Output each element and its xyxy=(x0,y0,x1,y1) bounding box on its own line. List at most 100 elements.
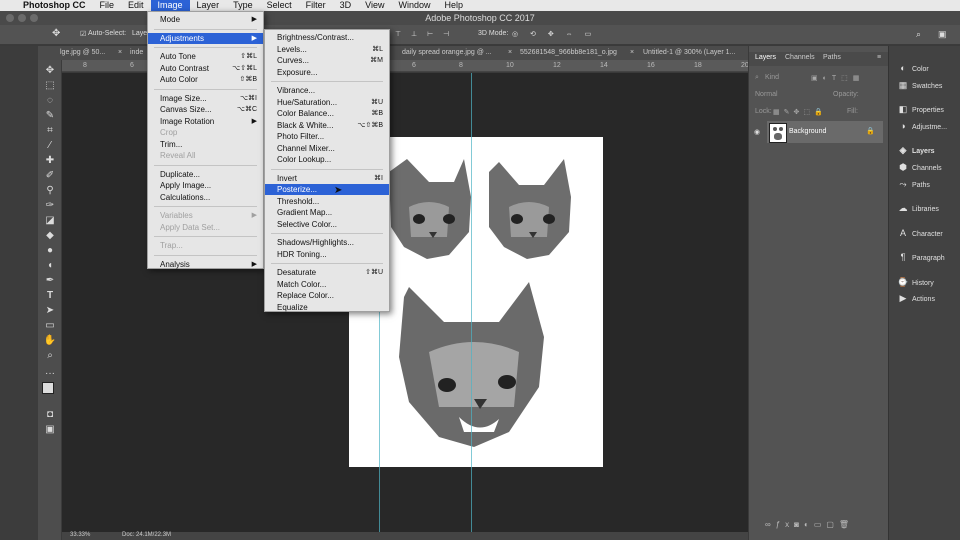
adjustments-menu-item[interactable]: Posterize... xyxy=(265,184,389,195)
blend-mode-dropdown[interactable]: Normal xyxy=(755,91,778,98)
dock-item-properties[interactable]: ◧ Properties xyxy=(897,103,944,115)
dock-item-channels[interactable]: ⬢ Channels xyxy=(897,161,942,173)
image-menu-item[interactable]: Adjustments ▶ xyxy=(148,32,263,44)
apple-icon[interactable] xyxy=(0,0,16,11)
dock-item-history[interactable]: ⌚ History xyxy=(897,276,933,288)
zoom-level[interactable]: 33.33% xyxy=(70,532,90,538)
history-brush-tool-icon[interactable]: ✑ xyxy=(42,199,58,213)
adjustments-menu-item[interactable]: Shadows/Highlights... xyxy=(265,237,389,248)
dock-item-adjustme[interactable]: ◑ Adjustme... xyxy=(897,120,947,132)
screen-mode-icon[interactable]: ▣ xyxy=(42,423,58,437)
lasso-tool-icon[interactable]: ◌ xyxy=(42,94,58,108)
pen-tool-icon[interactable]: ✒ xyxy=(42,274,58,288)
tab-doc-2[interactable]: inde xyxy=(130,46,143,60)
eyedropper-tool-icon[interactable]: ⁄ xyxy=(42,139,58,153)
adjustments-menu-item[interactable]: Gradient Map... xyxy=(265,207,389,218)
minimize-window-button[interactable] xyxy=(18,14,26,22)
adjustments-menu-item[interactable]: Hue/Saturation... ⌘U xyxy=(265,97,389,108)
dock-item-paths[interactable]: ⤳ Paths xyxy=(897,178,930,190)
menu-select[interactable]: Select xyxy=(260,0,299,11)
auto-select-checkbox[interactable]: ☑ xyxy=(80,30,86,38)
path-select-tool-icon[interactable]: ➤ xyxy=(42,304,58,318)
adjustments-menu-item[interactable]: Color Balance... ⌘B xyxy=(265,108,389,119)
image-menu-item[interactable]: Image Rotation ▶ xyxy=(148,116,263,127)
healing-tool-icon[interactable]: ✚ xyxy=(42,154,58,168)
3d-mode-icons[interactable]: ◎ ⟲ ✥ ⇔ ▭ xyxy=(512,30,596,38)
menu-file[interactable]: File xyxy=(93,0,122,11)
hand-tool-icon[interactable]: ✋ xyxy=(42,334,58,348)
dock-item-actions[interactable]: ▶ Actions xyxy=(897,292,935,304)
paint-bucket-tool-icon[interactable]: ◆ xyxy=(42,229,58,243)
filter-icons[interactable]: ▣◐T⬚▦ xyxy=(811,74,864,82)
menu-help[interactable]: Help xyxy=(437,0,470,11)
adjustments-menu-item[interactable]: Desaturate ⇧⌘U xyxy=(265,267,389,278)
brush-tool-icon[interactable]: ✐ xyxy=(42,169,58,183)
more-tools-icon[interactable]: ··· xyxy=(42,367,58,381)
menu-layer[interactable]: Layer xyxy=(190,0,227,11)
adjustments-menu-item[interactable]: Black & White... ⌥⇧⌘B xyxy=(265,120,389,131)
image-menu-item[interactable]: Auto Tone ⇧⌘L xyxy=(148,51,263,62)
tab-close-icon[interactable]: × xyxy=(118,46,122,60)
tab-doc-3[interactable]: daily spread orange.jpg @ ... xyxy=(402,46,492,60)
close-window-button[interactable] xyxy=(6,14,14,22)
adjustments-menu-item[interactable]: Match Color... xyxy=(265,279,389,290)
image-menu-item[interactable]: Canvas Size... ⌥⌘C xyxy=(148,104,263,115)
dock-item-color[interactable]: ◐ Color xyxy=(897,62,928,74)
layer-row-background[interactable]: Background 🔒 xyxy=(767,121,883,143)
image-menu-item[interactable]: Image Size... ⌥⌘I xyxy=(148,93,263,104)
marquee-tool-icon[interactable]: ⬚ xyxy=(42,79,58,93)
menu-3d[interactable]: 3D xyxy=(333,0,359,11)
workspace-icon[interactable]: ▣ xyxy=(938,29,947,40)
align-icons[interactable]: ⊤ ⊥ ⊢ ⊣ xyxy=(395,30,453,38)
tab-paths[interactable]: Paths xyxy=(823,54,841,61)
image-menu-item[interactable]: Apply Image... xyxy=(148,180,263,191)
eye-visibility-icon[interactable]: ◉ xyxy=(754,128,760,136)
dock-item-character[interactable]: A Character xyxy=(897,227,943,239)
adjustments-menu-item[interactable]: Photo Filter... xyxy=(265,131,389,142)
menu-image[interactable]: Image xyxy=(150,0,190,11)
adjustments-menu-item[interactable]: Curves... ⌘M xyxy=(265,55,389,66)
dock-item-libraries[interactable]: ☁ Libraries xyxy=(897,202,939,214)
image-menu-item[interactable]: Auto Color ⇧⌘B xyxy=(148,74,263,85)
filter-kind-dropdown[interactable]: Kind xyxy=(765,74,779,81)
horizontal-ruler[interactable]: 864202468101214161820 xyxy=(38,60,749,72)
foreground-color-swatch[interactable] xyxy=(42,382,54,394)
quick-select-tool-icon[interactable]: ✎ xyxy=(42,109,58,123)
zoom-window-button[interactable] xyxy=(30,14,38,22)
adjustments-menu-item[interactable]: Channel Mixer... xyxy=(265,143,389,154)
vertical-guide[interactable] xyxy=(471,73,472,532)
image-menu-item[interactable]: Trim... xyxy=(148,139,263,150)
menu-filter[interactable]: Filter xyxy=(299,0,333,11)
menu-edit[interactable]: Edit xyxy=(121,0,151,11)
image-menu-item[interactable]: Auto Contrast ⌥⇧⌘L xyxy=(148,63,263,74)
tab-doc-5[interactable]: Untitled-1 @ 300% (Layer 1... xyxy=(643,46,735,60)
tab-doc-1[interactable]: lge.jpg @ 50... xyxy=(60,46,105,60)
adjustments-menu-item[interactable]: Selective Color... xyxy=(265,219,389,230)
adjustments-menu-item[interactable]: Invert ⌘I xyxy=(265,173,389,184)
dodge-tool-icon[interactable]: ◖ xyxy=(42,259,58,273)
filter-search-icon[interactable]: ⌕ xyxy=(755,74,759,82)
dock-item-layers[interactable]: ◈ Layers xyxy=(897,144,935,156)
lock-icons[interactable]: ▦✎✥⬚🔒 xyxy=(773,108,827,116)
adjustments-menu-item[interactable]: Threshold... xyxy=(265,196,389,207)
stamp-tool-icon[interactable]: ⚲ xyxy=(42,184,58,198)
tab-close-icon[interactable]: × xyxy=(630,46,634,60)
image-menu-item[interactable]: Analysis ▶ xyxy=(148,259,263,270)
tab-close-icon[interactable]: × xyxy=(508,46,512,60)
image-menu-item[interactable]: Mode ▶ xyxy=(148,14,263,25)
eraser-tool-icon[interactable]: ◪ xyxy=(42,214,58,228)
type-tool-icon[interactable]: T xyxy=(42,289,58,303)
move-tool-icon[interactable]: ✥ xyxy=(52,28,60,39)
dock-item-swatches[interactable]: ▦ Swatches xyxy=(897,79,943,91)
search-icon[interactable]: ⌕ xyxy=(916,29,921,40)
crop-tool-icon[interactable]: ⌗ xyxy=(42,124,58,138)
rectangle-tool-icon[interactable]: ▭ xyxy=(42,319,58,333)
tab-doc-4[interactable]: 552681548_966bb8e181_o.jpg xyxy=(520,46,617,60)
menu-view[interactable]: View xyxy=(358,0,391,11)
adjustments-menu-item[interactable]: Color Lookup... xyxy=(265,154,389,165)
menu-window[interactable]: Window xyxy=(391,0,437,11)
adjustments-menu-item[interactable]: Vibrance... xyxy=(265,85,389,96)
app-menu[interactable]: Photoshop CC xyxy=(16,0,93,11)
image-menu-item[interactable]: Duplicate... xyxy=(148,169,263,180)
tab-layers[interactable]: Layers xyxy=(755,54,776,61)
